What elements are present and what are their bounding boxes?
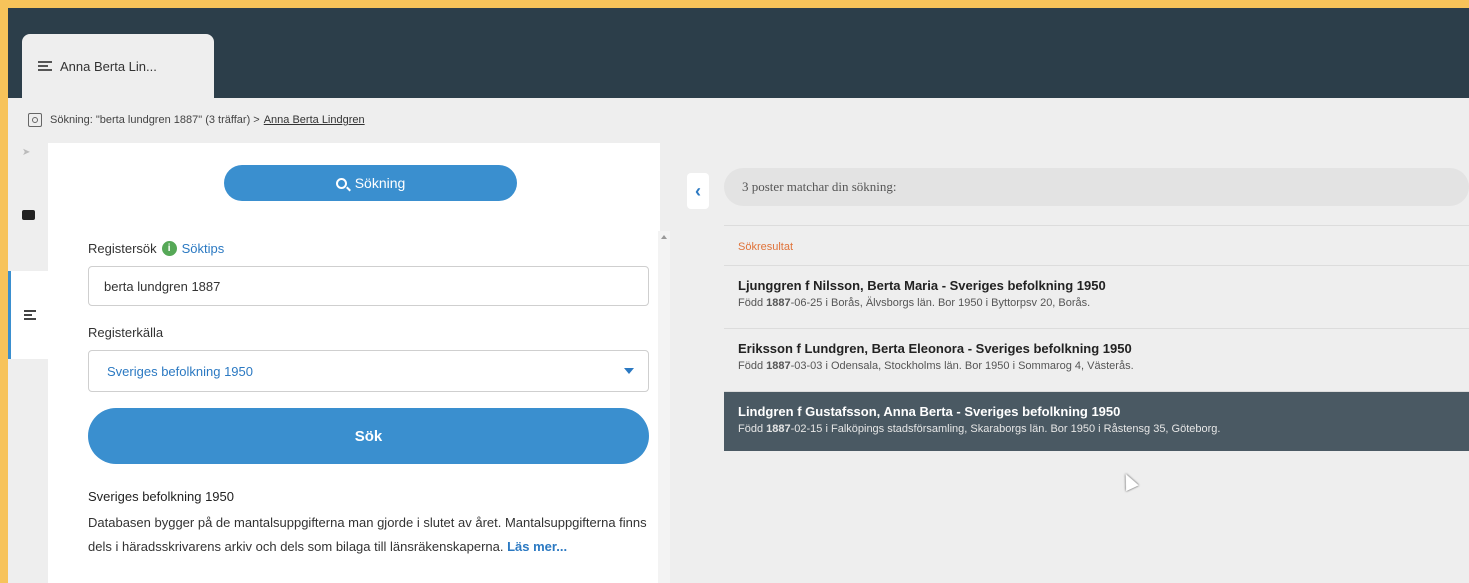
register-source-label: Registerkälla — [88, 325, 164, 340]
results-heading: Sökresultat — [738, 241, 794, 253]
result-detail-rest: -02-15 i Falköpings stadsförsamling, Ska… — [790, 423, 1221, 435]
breadcrumb-person-link[interactable]: Anna Berta Lindgren — [264, 114, 365, 126]
result-born-prefix: Född — [738, 423, 767, 435]
search-mode-button[interactable]: Sökning — [224, 165, 517, 201]
tab-person[interactable]: Anna Berta Lin... — [22, 34, 214, 98]
scrollbar[interactable] — [658, 231, 670, 583]
register-source-select[interactable]: Sveriges befolkning 1950 — [88, 350, 649, 392]
scroll-up-icon[interactable] — [661, 235, 667, 239]
info-icon[interactable]: i — [161, 241, 177, 256]
register-label-text: Registersök — [88, 241, 157, 256]
result-item-selected[interactable]: Lindgren f Gustafsson, Anna Berta - Sver… — [724, 391, 1469, 451]
search-panel: Sökning Registersök i Söktips Registerkä… — [48, 143, 670, 583]
result-born-prefix: Född — [738, 360, 767, 372]
drawer-icon — [21, 210, 35, 220]
top-bar: Anna Berta Lin... — [8, 8, 1469, 98]
result-title: Lindgren f Gustafsson, Anna Berta - Sver… — [738, 404, 1121, 419]
result-detail: Född 1887-06-25 i Borås, Älvsborgs län. … — [738, 297, 1469, 309]
rail-item-archive[interactable] — [8, 171, 48, 259]
search-button[interactable]: Sök — [88, 408, 649, 464]
result-born-prefix: Född — [738, 297, 767, 309]
result-year: 1887 — [766, 297, 791, 309]
result-title: Ljunggren f Nilsson, Berta Maria - Sveri… — [738, 278, 1106, 293]
list-icon — [23, 310, 36, 320]
side-rail: ➤ — [8, 143, 48, 583]
tab-label: Anna Berta Lin... — [60, 58, 157, 74]
breadcrumb-search[interactable]: Sökning: "berta lundgren 1887" (3 träffa… — [50, 114, 260, 126]
result-detail: Född 1887-03-03 i Odensala, Stockholms l… — [738, 360, 1469, 372]
result-year: 1887 — [766, 423, 791, 435]
breadcrumb: Sökning: "berta lundgren 1887" (3 träffa… — [28, 110, 365, 130]
rail-item-list[interactable] — [8, 271, 48, 359]
list-icon — [38, 60, 52, 72]
search-mode-label: Sökning — [354, 175, 406, 191]
result-item[interactable]: Eriksson f Lundgren, Berta Eleonora - Sv… — [724, 328, 1469, 388]
result-detail-rest: -03-03 i Odensala, Stockholms län. Bor 1… — [790, 360, 1134, 372]
caret-down-icon — [624, 368, 634, 374]
arrow-icon[interactable]: ➤ — [22, 147, 32, 158]
results-summary: 3 poster matchar din sökning: — [724, 168, 1469, 206]
result-item[interactable]: Ljunggren f Nilsson, Berta Maria - Sveri… — [724, 265, 1469, 325]
source-selected-value: Sveriges befolkning 1950 — [107, 363, 253, 379]
chevron-left-icon: ‹ — [695, 180, 701, 201]
database-title: Sveriges befolkning 1950 — [88, 489, 234, 504]
result-title: Eriksson f Lundgren, Berta Eleonora - Sv… — [738, 341, 1132, 356]
collapse-panel-button[interactable]: ‹ — [687, 173, 709, 209]
read-more-link[interactable]: Läs mer... — [507, 539, 567, 554]
panel-gutter — [670, 143, 694, 583]
database-description: Databasen bygger på de mantalsuppgiftern… — [88, 511, 658, 559]
search-result-icon[interactable] — [28, 113, 42, 127]
search-input[interactable] — [88, 266, 649, 306]
result-year: 1887 — [766, 360, 791, 372]
register-search-label: Registersök i Söktips — [88, 241, 224, 256]
result-detail-rest: -06-25 i Borås, Älvsborgs län. Bor 1950 … — [790, 297, 1091, 309]
result-detail: Född 1887-02-15 i Falköpings stadsförsam… — [738, 423, 1469, 435]
search-icon — [335, 177, 347, 189]
app-window: Anna Berta Lin... Sökning: "berta lundgr… — [8, 8, 1469, 583]
results-panel: 3 poster matchar din sökning: Sökresulta… — [724, 143, 1469, 583]
divider — [724, 225, 1469, 226]
search-tips-link[interactable]: Söktips — [182, 241, 225, 256]
